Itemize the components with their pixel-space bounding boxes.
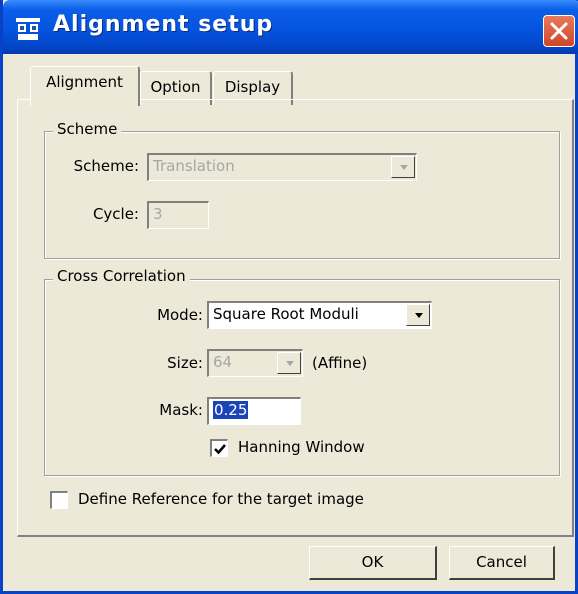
size-dropdown-button[interactable]: [277, 352, 301, 374]
title-bar[interactable]: Alignment setup: [3, 0, 578, 54]
tab-alignment[interactable]: Alignment: [30, 66, 140, 106]
dialog-window: Alignment setup Alignment Option Display…: [0, 0, 578, 594]
size-select-value: 64: [213, 353, 233, 371]
cross-correlation-legend: Cross Correlation: [53, 267, 190, 285]
scheme-groupbox: [44, 131, 560, 259]
tab-option-label: Option: [150, 78, 201, 96]
define-reference-checkbox[interactable]: [50, 491, 68, 509]
cycle-field[interactable]: 3: [147, 201, 209, 229]
mode-label: Mode:: [157, 306, 203, 324]
mask-label: Mask:: [159, 401, 203, 419]
tab-alignment-label: Alignment: [46, 73, 123, 91]
chevron-down-icon: [400, 165, 408, 170]
define-reference-label[interactable]: Define Reference for the target image: [78, 490, 364, 508]
chevron-down-icon: [415, 313, 423, 318]
close-icon: [550, 22, 568, 40]
mode-select-value: Square Root Moduli: [213, 305, 359, 323]
mask-field[interactable]: 0.25: [207, 397, 301, 425]
chevron-down-icon: [286, 361, 294, 366]
size-label: Size:: [167, 354, 203, 372]
checkmark-icon: [214, 444, 226, 455]
size-affine-note: (Affine): [312, 354, 368, 372]
scheme-select-value: Translation: [153, 157, 235, 175]
hanning-window-checkbox[interactable]: [210, 439, 228, 457]
size-select[interactable]: 64: [207, 349, 303, 377]
cancel-button[interactable]: Cancel: [449, 546, 555, 580]
mode-select[interactable]: Square Root Moduli: [207, 301, 432, 329]
cycle-label: Cycle:: [92, 205, 139, 223]
scheme-legend: Scheme: [53, 120, 122, 138]
scheme-select[interactable]: Translation: [147, 153, 417, 181]
scheme-label: Scheme:: [73, 157, 139, 175]
window-title: Alignment setup: [53, 12, 274, 37]
mode-dropdown-button[interactable]: [406, 304, 430, 326]
hanning-window-label[interactable]: Hanning Window: [238, 438, 365, 456]
close-button[interactable]: [543, 15, 575, 47]
tab-display-label: Display: [224, 78, 281, 96]
app-icon: [16, 18, 40, 40]
ok-button[interactable]: OK: [309, 546, 437, 580]
mask-field-value: 0.25: [213, 401, 249, 419]
scheme-dropdown-button[interactable]: [391, 156, 415, 178]
